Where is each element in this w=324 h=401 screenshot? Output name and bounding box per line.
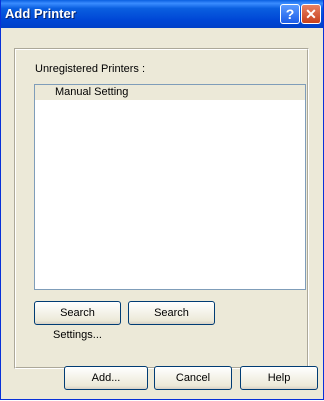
close-icon[interactable]: ✕ <box>301 4 321 24</box>
list-item[interactable]: Manual Setting <box>35 85 305 100</box>
help-button[interactable]: Help <box>240 366 318 390</box>
help-icon[interactable]: ? <box>280 4 300 24</box>
add-button[interactable]: Add... <box>64 366 148 390</box>
unregistered-printers-label: Unregistered Printers : <box>35 63 146 75</box>
cancel-button[interactable]: Cancel <box>154 366 232 390</box>
add-printer-dialog: Add Printer ? ✕ Unregistered Printers : … <box>0 0 324 400</box>
window-title: Add Printer <box>5 6 76 21</box>
search-button[interactable]: Search <box>128 301 215 325</box>
search-settings-button[interactable]: Search Settings... <box>34 301 121 341</box>
unregistered-printers-list[interactable]: Manual Setting <box>34 84 306 290</box>
title-bar[interactable]: Add Printer ? ✕ <box>1 0 323 28</box>
